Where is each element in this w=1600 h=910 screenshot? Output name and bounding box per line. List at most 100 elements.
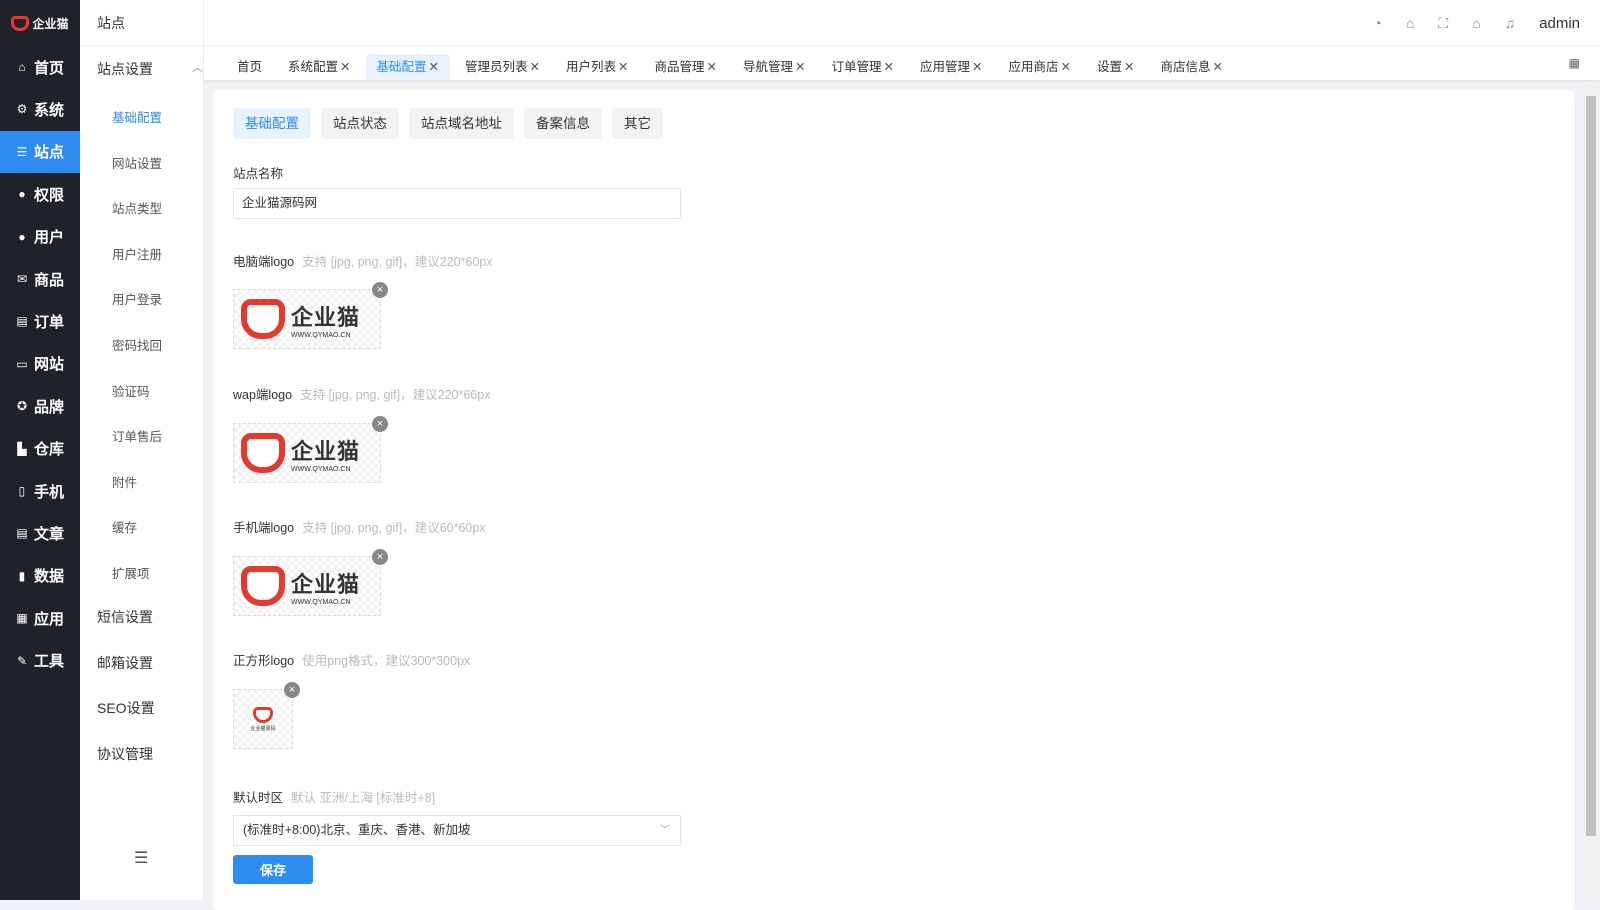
menu-group-site-settings[interactable]: 站点设置 ︿ [97,59,203,79]
pc-logo-label: 电脑端logo 支持 [jpg, png, gif]，建议220*60px [233,255,493,269]
remove-icon[interactable]: × [284,682,300,698]
close-icon[interactable]: ✕ [530,60,540,74]
tab[interactable]: 用户列表 ✕ [555,54,640,80]
submenu-item[interactable]: 基础配置 [112,107,162,126]
submenu-item[interactable]: 站点类型 [112,198,162,217]
theme-palette-icon[interactable]: ◔ [1373,15,1381,31]
close-icon[interactable]: ✕ [1124,60,1134,74]
tab-label: 应用管理 [920,60,971,74]
timezone-label: 默认时区 默认 亚洲/上海 [标准时+8] [233,791,436,805]
warehouse-icon: ▙ [17,441,27,456]
nav-item-12[interactable]: ▮ 数据 [0,555,80,597]
nav-item-7[interactable]: ▭ 网站 [0,343,80,385]
home-icon[interactable]: ⌂ [1472,15,1480,31]
nav-label: 订单 [33,313,64,331]
tab[interactable]: 应用管理 ✕ [909,54,994,80]
tab[interactable]: 订单管理 ✕ [821,54,906,80]
nav-item-6[interactable]: ▤ 订单 [0,300,80,342]
nav-item-14[interactable]: ✎ 工具 [0,640,80,682]
fullscreen-icon[interactable]: ⛶ [1438,15,1448,32]
submenu-item[interactable]: 附件 [112,472,137,491]
brand-name: 企业猫 [32,16,69,31]
page-tabs: 首页 系统配置 ✕ 基础配置 ✕ 管理员列表 ✕ 用户列表 ✕ 商品管理 ✕ 导航管理 ✕ 订单管理 ✕ 应用… [204,46,1600,80]
nav-item-11[interactable]: ▤ 文章 [0,512,80,554]
submenu-item[interactable]: 验证码 [112,381,150,400]
user-menu[interactable]: admin [1539,15,1580,32]
sub-tab[interactable]: 其它 [612,108,663,139]
settings-card: 基础配置 站点状态 站点域名地址 备案信息 其它 站点名称 企业猫源码网 电脑端logo… [213,90,1574,910]
mobile-logo-preview[interactable]: 企业猫 WWW.QYMAO.CN × [233,549,388,616]
nav-item-3[interactable]: ● 权限 [0,173,80,215]
tab[interactable]: 商店信息 ✕ [1150,54,1235,80]
clipboard-icon: ▤ [16,314,28,329]
menu-group[interactable]: 短信设置 [97,607,197,627]
close-icon[interactable]: ✕ [618,60,628,74]
phone-icon: ▯ [18,484,26,498]
scrollbar[interactable] [1584,82,1598,900]
close-icon[interactable]: ✕ [884,60,894,74]
save-button[interactable]: 保存 [233,855,313,884]
tab[interactable]: 设置 ✕ [1086,54,1146,80]
tab[interactable]: 首页 [226,54,273,80]
nav-label: 手机 [33,483,64,501]
nav-item-0[interactable]: ⌂ 首页 [0,46,80,88]
nav-item-4[interactable]: ● 用户 [0,216,80,258]
nav-item-9[interactable]: ▙ 仓库 [0,428,80,470]
main-sidebar: 企业猫 ⌂ 首页 ⚙ 系统 ☰ 站点 ● 权限 ● 用户 ✉ 商品 ▤ 订单 ▭ 网站 ✪ 品牌 ▙ 仓库 ▯ 手机 ▤ 文章… [0,0,80,900]
close-icon[interactable]: ✕ [795,60,805,74]
tab[interactable]: 系统配置 ✕ [277,54,362,80]
pc-logo-preview[interactable]: 企业猫 WWW.QYMAO.CN × [233,282,388,349]
tab-label: 设置 [1097,60,1123,74]
submenu-item[interactable]: 密码找回 [112,335,162,354]
tab[interactable]: 管理员列表 ✕ [454,54,551,80]
sub-tab[interactable]: 站点域名地址 [409,108,514,139]
submenu-item[interactable]: 用户登录 [112,289,162,308]
home-icon: ⌂ [18,60,26,74]
timezone-select[interactable]: (标准时+8:00)北京、重庆、香港、新加坡 ﹀ [233,815,681,846]
tab-label: 商店信息 [1160,60,1211,74]
collapse-menu-icon[interactable]: ☰ [134,848,148,868]
nav-item-5[interactable]: ✉ 商品 [0,258,80,300]
submenu-item[interactable]: 订单售后 [112,426,162,445]
nav-item-10[interactable]: ▯ 手机 [0,470,80,512]
menu-group[interactable]: 邮箱设置 [97,653,197,673]
close-icon[interactable]: ✕ [429,60,439,74]
nav-item-2[interactable]: ☰ 站点 [0,130,80,173]
sub-tab[interactable]: 备案信息 [524,108,602,139]
wap-logo-label: wap端logo 支持 [jpg, png, gif]，建议220*66px [233,388,491,402]
close-icon[interactable]: ✕ [707,60,717,74]
submenu-item[interactable]: 扩展项 [112,563,150,582]
tab[interactable]: 应用商店 ✕ [998,54,1083,80]
close-icon[interactable]: ✕ [972,60,982,74]
site-name-input[interactable]: 企业猫源码网 [233,188,681,219]
nav-item-1[interactable]: ⚙ 系统 [0,88,80,130]
square-logo-preview[interactable]: 企业猫源码 × [233,682,300,749]
sub-tab[interactable]: 基础配置 [233,108,311,139]
menu-group[interactable]: 协议管理 [97,744,197,764]
top-header: ◔ ⌂ ⛶ ⌂ ♫ admin [204,0,1600,46]
clear-cache-broom-icon[interactable]: ⌂ [1406,15,1414,31]
wap-logo-preview[interactable]: 企业猫 WWW.QYMAO.CN × [233,416,388,483]
close-icon[interactable]: ✕ [1213,60,1223,74]
submenu-item[interactable]: 网站设置 [112,153,162,172]
close-icon[interactable]: ✕ [340,60,350,74]
menu-group[interactable]: SEO设置 [97,698,197,718]
cat-logo-icon [11,15,30,31]
sub-tab[interactable]: 站点状态 [321,108,399,139]
tab[interactable]: 导航管理 ✕ [732,54,817,80]
nav-item-13[interactable]: ▦ 应用 [0,597,80,639]
tab[interactable]: 基础配置 ✕ [365,54,451,80]
remove-icon[interactable]: × [372,416,388,432]
nav-item-8[interactable]: ✪ 品牌 [0,385,80,427]
bell-icon[interactable]: ♫ [1505,15,1516,31]
remove-icon[interactable]: × [372,282,388,298]
nav-label: 品牌 [33,398,64,416]
submenu-item[interactable]: 缓存 [112,517,137,536]
remove-icon[interactable]: × [372,549,388,565]
secondary-sidebar: 站点 站点设置 ︿ 基础配置 网站设置 站点类型 用户注册 用户登录 密码找回 验证码 订单售后… [80,0,204,900]
tabs-grid-icon[interactable]: ▦ [1569,56,1580,70]
nav-label: 系统 [33,101,64,119]
submenu-item[interactable]: 用户注册 [112,244,162,263]
tab[interactable]: 商品管理 ✕ [644,54,729,80]
close-icon[interactable]: ✕ [1061,60,1071,74]
